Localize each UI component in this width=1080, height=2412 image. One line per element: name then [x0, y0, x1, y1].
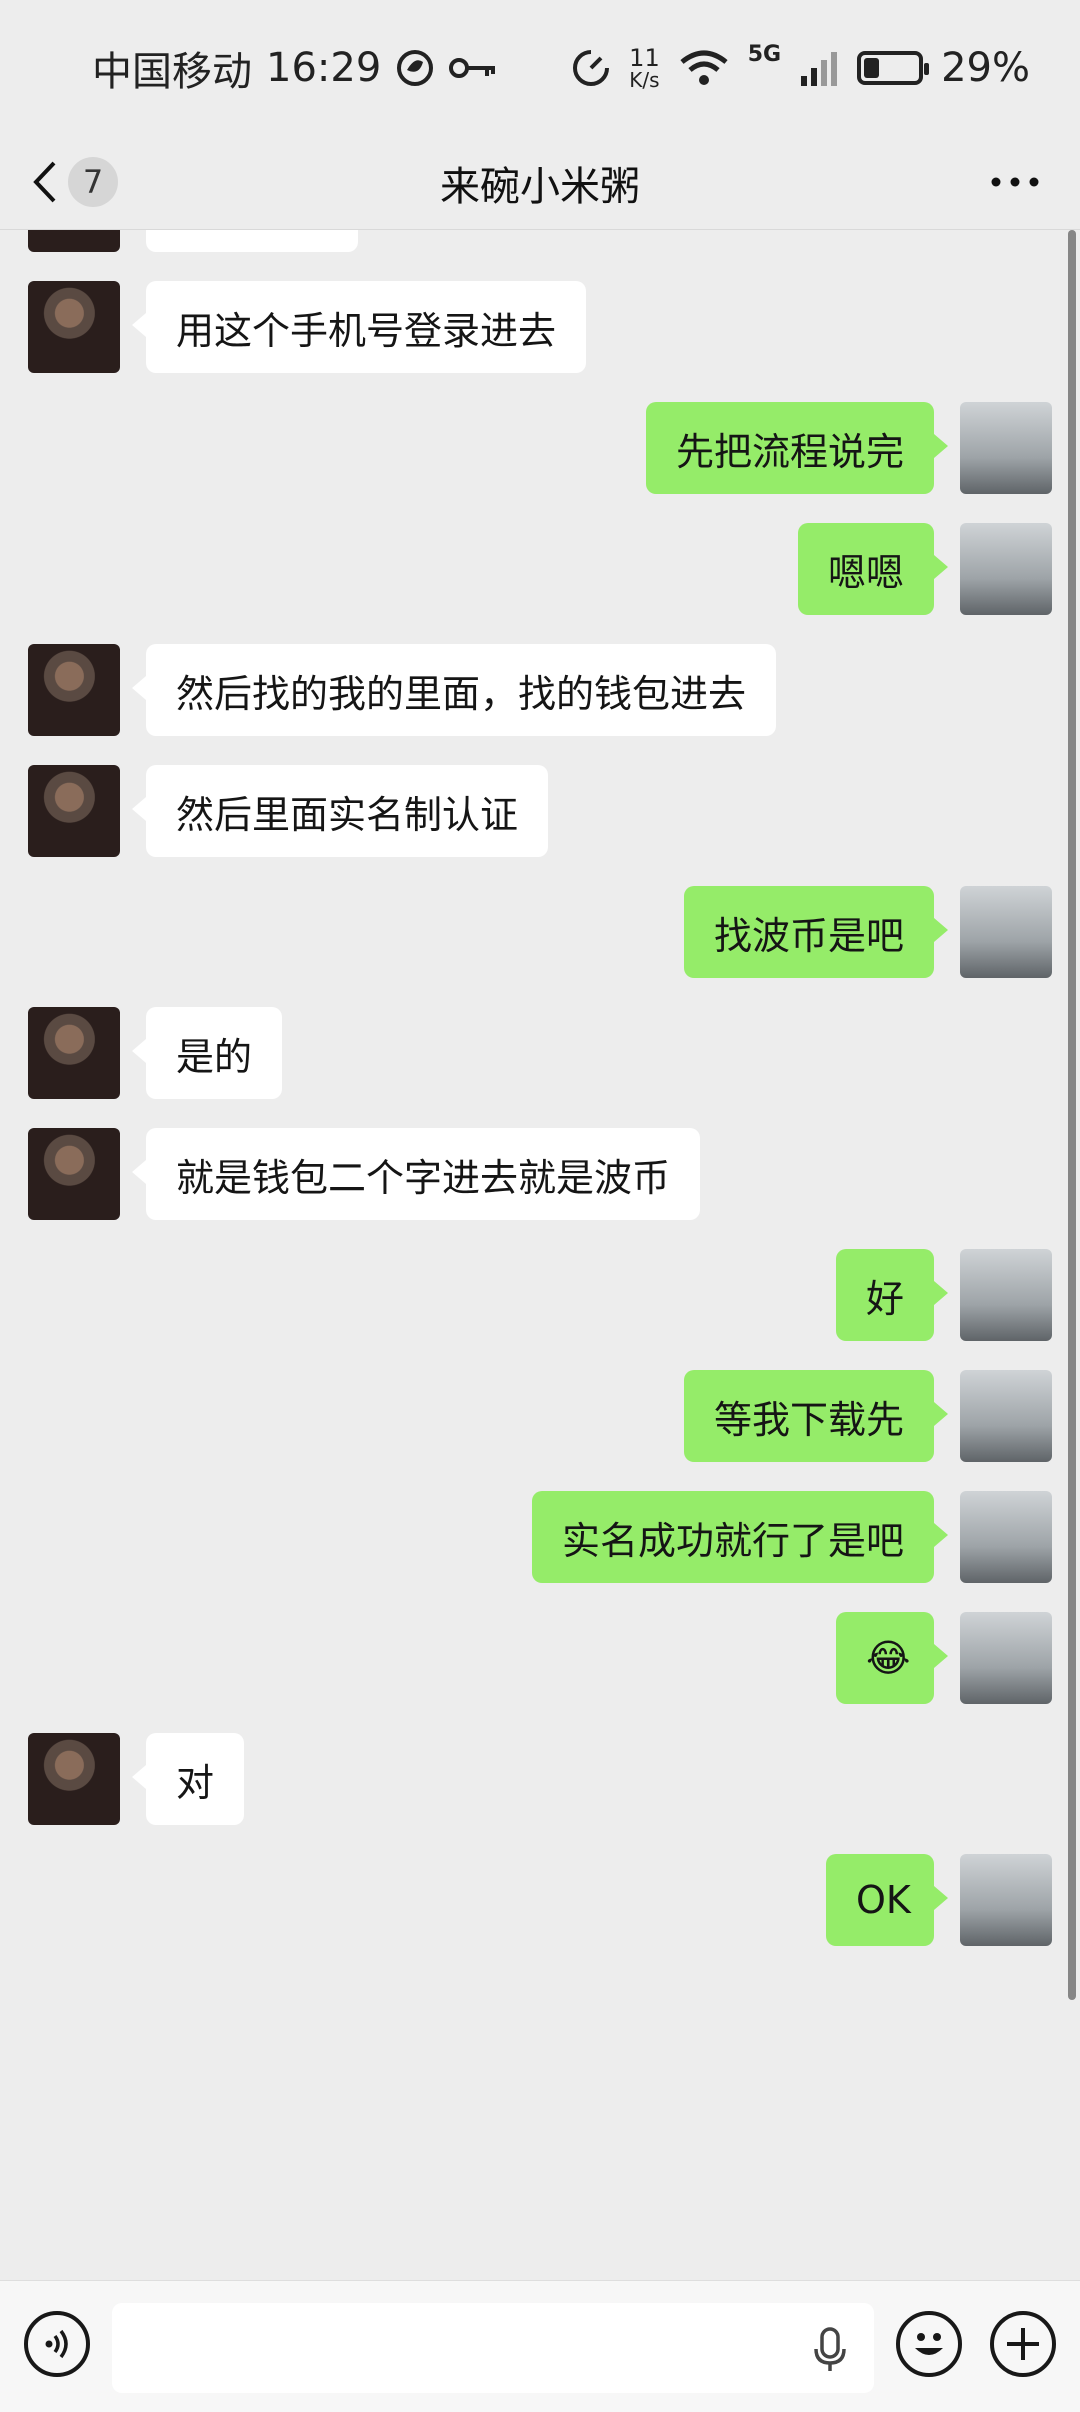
net-speed-unit: K/s [629, 68, 660, 92]
message-bubble[interactable]: 对 [132, 1733, 244, 1825]
carrier-label: 中国移动 [92, 49, 252, 95]
voice-button[interactable] [24, 2311, 90, 2377]
wifi-icon [680, 50, 728, 85]
more-dots-icon [991, 177, 1039, 187]
message-bubble[interactable]: 实名成功就行了是吧 [532, 1491, 948, 1583]
self-avatar[interactable] [960, 402, 1052, 494]
contact-avatar[interactable] [28, 281, 120, 373]
status-left: 中国移动 16:29 [92, 38, 499, 98]
net-speed-value: 11 [629, 44, 660, 72]
contact-avatar[interactable] [28, 1128, 120, 1220]
message-bubble[interactable]: 就是钱包二个字进去就是波币 [132, 1128, 700, 1220]
message-bubble[interactable]: 嗯嗯 [798, 523, 948, 615]
voice-icon [45, 2329, 68, 2359]
self-avatar[interactable] [960, 1612, 1052, 1704]
chat-title: 来碗小米粥 [440, 163, 640, 210]
message-bubble[interactable]: 😂 [836, 1612, 948, 1704]
message-bubble[interactable]: 然后找的我的里面，找的钱包进去 [132, 644, 776, 736]
message-bubble[interactable]: 等我下载先 [684, 1370, 948, 1462]
network-type: 5G [747, 42, 782, 67]
contact-avatar[interactable] [28, 230, 120, 252]
data-saver-icon [573, 50, 610, 86]
more-button[interactable] [986, 157, 1044, 207]
message-bubble[interactable]: 是的 [132, 1007, 282, 1099]
microphone-icon[interactable] [808, 2325, 852, 2373]
chat-header: 7 来碗小米粥 [0, 135, 1080, 230]
message-bubble[interactable]: 然后里面实名制认证 [132, 765, 548, 857]
self-avatar[interactable] [960, 1370, 1052, 1462]
vpn-leaf-icon [397, 50, 434, 86]
status-right: 11 K/s 5G 29% [571, 38, 1030, 98]
battery-icon [857, 51, 930, 85]
plus-icon [1007, 2328, 1039, 2360]
clock: 16:29 [266, 45, 382, 91]
self-avatar[interactable] [960, 1854, 1052, 1946]
net-speed: 11 K/s [629, 46, 660, 90]
battery-percent: 29% [941, 45, 1030, 91]
message-list[interactable]: 下载登录用这个手机号登录进去先把流程说完嗯嗯然后找的我的里面，找的钱包进去然后里… [0, 230, 1080, 2280]
self-avatar[interactable] [960, 523, 1052, 615]
contact-avatar[interactable] [28, 765, 120, 857]
key-icon [449, 58, 496, 78]
contact-avatar[interactable] [28, 644, 120, 736]
message-bubble[interactable]: 用这个手机号登录进去 [132, 281, 586, 373]
message-bubble[interactable]: 好 [836, 1249, 948, 1341]
battery-fill [864, 58, 880, 78]
self-avatar[interactable] [960, 1249, 1052, 1341]
contact-avatar[interactable] [28, 1733, 120, 1825]
emoji-button[interactable] [896, 2311, 962, 2377]
input-bar [0, 2280, 1080, 2412]
signal-icon [801, 52, 838, 86]
message-bubble[interactable]: 下载登录 [146, 230, 358, 252]
plus-button[interactable] [990, 2311, 1056, 2377]
message-bubble[interactable]: 找波币是吧 [684, 886, 948, 978]
message-input[interactable] [112, 2303, 874, 2393]
self-avatar[interactable] [960, 886, 1052, 978]
emoji-icon [915, 2333, 943, 2355]
self-avatar[interactable] [960, 1491, 1052, 1583]
scrollbar[interactable] [1068, 230, 1076, 2000]
message-bubble[interactable]: 先把流程说完 [646, 402, 948, 494]
status-bar: 中国移动 16:29 11 K/s 5G 29% [0, 0, 1080, 135]
contact-avatar[interactable] [28, 1007, 120, 1099]
message-bubble[interactable]: OK [826, 1854, 948, 1946]
